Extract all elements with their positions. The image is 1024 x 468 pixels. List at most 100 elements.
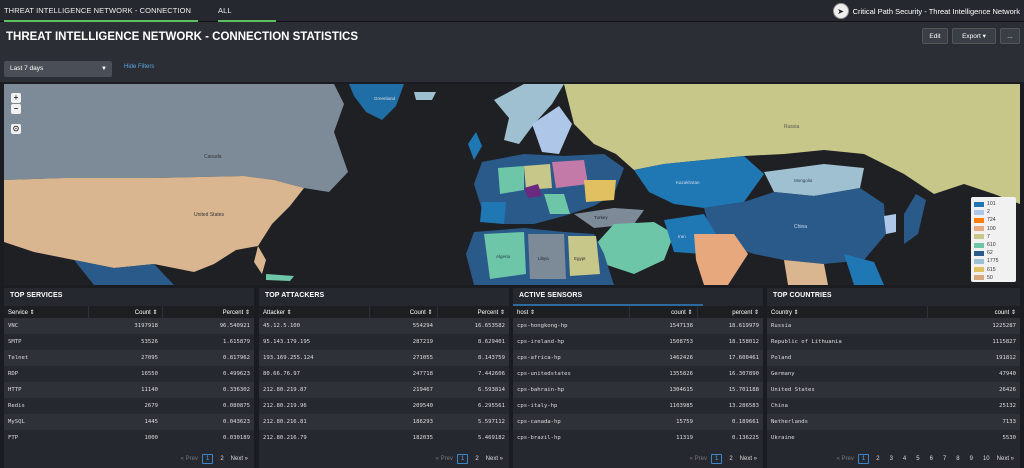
table-row[interactable]: cps-bahrain-hp 1304615 15.701188 xyxy=(513,382,763,398)
top-countries-panel: TOP COUNTRIES Country ⇕ count ⇕ Russia 12… xyxy=(767,288,1020,468)
table-cell: 271055 xyxy=(369,350,437,366)
table-row[interactable]: 212.80.219.87 219467 6.593814 xyxy=(259,382,509,398)
tab-connection-statistics[interactable]: THREAT INTELLIGENCE NETWORK - CONNECTION… xyxy=(4,0,198,37)
table-row[interactable]: SMTP 53526 1.615879 xyxy=(4,334,254,350)
time-range-select[interactable]: Last 7 days ▼ xyxy=(4,61,112,77)
table-cell: 8.143759 xyxy=(437,350,509,366)
world-map[interactable]: Canada United States Greenland Russia Ka… xyxy=(4,84,1020,285)
table-row[interactable]: 80.66.76.97 247718 7.442606 xyxy=(259,366,509,382)
table-row[interactable]: United States 26426 xyxy=(767,382,1020,398)
next-page-link[interactable]: Next » xyxy=(231,456,248,462)
prev-page-link[interactable]: « Prev xyxy=(837,456,854,462)
col-count[interactable]: count ⇕ xyxy=(628,306,697,318)
table-row[interactable]: Redis 2679 0.080875 xyxy=(4,398,254,414)
page-link[interactable]: 4 xyxy=(900,455,909,463)
prev-page-link[interactable]: « Prev xyxy=(181,456,198,462)
next-page-link[interactable]: Next » xyxy=(740,456,757,462)
table-cell: Republic of Lithuania xyxy=(767,334,927,350)
zoom-in-button[interactable]: + xyxy=(11,93,21,103)
prev-page-link[interactable]: « Prev xyxy=(436,456,453,462)
next-page-link[interactable]: Next » xyxy=(997,456,1014,462)
table-cell: 0.080875 xyxy=(162,398,254,414)
table-row[interactable]: cps-unitedstates 1355826 16.307890 xyxy=(513,366,763,382)
col-count[interactable]: Count ⇕ xyxy=(87,306,162,318)
tab-all-protocols[interactable]: ALL PROTOCOLS ▾ xyxy=(218,0,276,37)
next-page-link[interactable]: Next » xyxy=(486,456,503,462)
table-row[interactable]: China 25132 xyxy=(767,398,1020,414)
table-cell: 45.12.5.100 xyxy=(259,318,369,334)
table-cell: Netherlands xyxy=(767,414,927,430)
page-link[interactable]: 7 xyxy=(940,455,949,463)
locate-icon[interactable]: ⊙ xyxy=(11,124,21,134)
table-row[interactable]: Republic of Lithuania 1115827 xyxy=(767,334,1020,350)
page-link[interactable]: 2 xyxy=(472,455,481,463)
table-row[interactable]: 212.80.216.79 182035 5.469182 xyxy=(259,430,509,446)
col-attacker[interactable]: Attacker ⇕ xyxy=(259,306,369,318)
table-cell: 5530 xyxy=(927,430,1020,446)
brand[interactable]: ➤ Critical Path Security - Threat Intell… xyxy=(832,0,1020,22)
page-link[interactable]: 3 xyxy=(887,455,896,463)
page-link[interactable]: 9 xyxy=(967,455,976,463)
table-cell: 13.286583 xyxy=(697,398,763,414)
prev-page-link[interactable]: « Prev xyxy=(690,456,707,462)
zoom-out-button[interactable]: − xyxy=(11,104,21,114)
col-percent[interactable]: Percent ⇕ xyxy=(436,306,509,318)
table-row[interactable]: Russia 1225287 xyxy=(767,318,1020,334)
table-row[interactable]: Ukraine 5530 xyxy=(767,430,1020,446)
table-row[interactable]: MySQL 1445 0.043623 xyxy=(4,414,254,430)
page-link[interactable]: 2 xyxy=(217,455,226,463)
table-row[interactable]: cps-canada-hp 15759 0.189661 xyxy=(513,414,763,430)
page-link[interactable]: 1 xyxy=(456,454,469,464)
page-link[interactable]: 1 xyxy=(857,454,870,464)
table-row[interactable]: 212.80.219.96 209540 6.295561 xyxy=(259,398,509,414)
table-row[interactable]: 45.12.5.100 554294 16.653582 xyxy=(259,318,509,334)
col-count[interactable]: count ⇕ xyxy=(926,306,1020,318)
page-link[interactable]: 8 xyxy=(953,455,962,463)
page-link[interactable]: 1 xyxy=(710,454,723,464)
col-count[interactable]: Count ⇕ xyxy=(368,306,437,318)
table-row[interactable]: Germany 47940 xyxy=(767,366,1020,382)
table-row[interactable]: cps-brazil-hp 11319 0.136225 xyxy=(513,430,763,446)
table-row[interactable]: Poland 191812 xyxy=(767,350,1020,366)
page-link[interactable]: 1 xyxy=(201,454,214,464)
table-row[interactable]: cps-italy-hp 1103985 13.286583 xyxy=(513,398,763,414)
table-row[interactable]: Netherlands 7133 xyxy=(767,414,1020,430)
export-button[interactable]: Export ▾ xyxy=(952,28,996,44)
table-cell: 1508753 xyxy=(629,334,697,350)
table-cell: SMTP xyxy=(4,334,88,350)
legend-item: 615 xyxy=(974,266,1013,274)
table-row[interactable]: cps-africa-hp 1462426 17.600461 xyxy=(513,350,763,366)
table-cell: 17.600461 xyxy=(697,350,763,366)
page-link[interactable]: 5 xyxy=(913,455,922,463)
more-button[interactable]: ... xyxy=(1000,28,1020,44)
page-link[interactable]: 6 xyxy=(927,455,936,463)
page-link[interactable]: 10 xyxy=(980,455,993,463)
table-row[interactable]: HTTP 11140 0.336302 xyxy=(4,382,254,398)
table-cell: cps-hongkong-hp xyxy=(513,318,629,334)
table-row[interactable]: 212.80.216.81 186293 5.597112 xyxy=(259,414,509,430)
table-row[interactable]: RDP 16550 0.499623 xyxy=(4,366,254,382)
table-cell: 6.593814 xyxy=(437,382,509,398)
edit-button[interactable]: Edit xyxy=(922,28,948,44)
page-link[interactable]: 2 xyxy=(873,455,882,463)
col-service[interactable]: Service ⇕ xyxy=(4,306,88,318)
top-services-panel: TOP SERVICES Service ⇕ Count ⇕ Percent ⇕… xyxy=(4,288,254,468)
page-link[interactable]: 2 xyxy=(726,455,735,463)
table-row[interactable]: Telnet 27095 0.817962 xyxy=(4,350,254,366)
col-country[interactable]: Country ⇕ xyxy=(767,306,927,318)
table-row[interactable]: FTP 1000 0.030189 xyxy=(4,430,254,446)
col-host[interactable]: host ⇕ xyxy=(513,306,629,318)
table-cell: cps-africa-hp xyxy=(513,350,629,366)
hide-filters-link[interactable]: Hide Filters xyxy=(124,64,154,70)
table-row[interactable]: cps-ireland-hp 1508753 18.158012 xyxy=(513,334,763,350)
col-percent[interactable]: Percent ⇕ xyxy=(161,306,254,318)
table-cell: 182035 xyxy=(369,430,437,446)
table-row[interactable]: 95.143.179.195 287219 8.629401 xyxy=(259,334,509,350)
table-cell: 212.80.216.79 xyxy=(259,430,369,446)
table-row[interactable]: VNC 3197918 96.540921 xyxy=(4,318,254,334)
table-cell: RDP xyxy=(4,366,88,382)
col-percent[interactable]: percent ⇕ xyxy=(696,306,763,318)
table-row[interactable]: cps-hongkong-hp 1547138 18.619979 xyxy=(513,318,763,334)
label-libya: Libya xyxy=(538,256,549,261)
table-row[interactable]: 193.169.255.124 271055 8.143759 xyxy=(259,350,509,366)
